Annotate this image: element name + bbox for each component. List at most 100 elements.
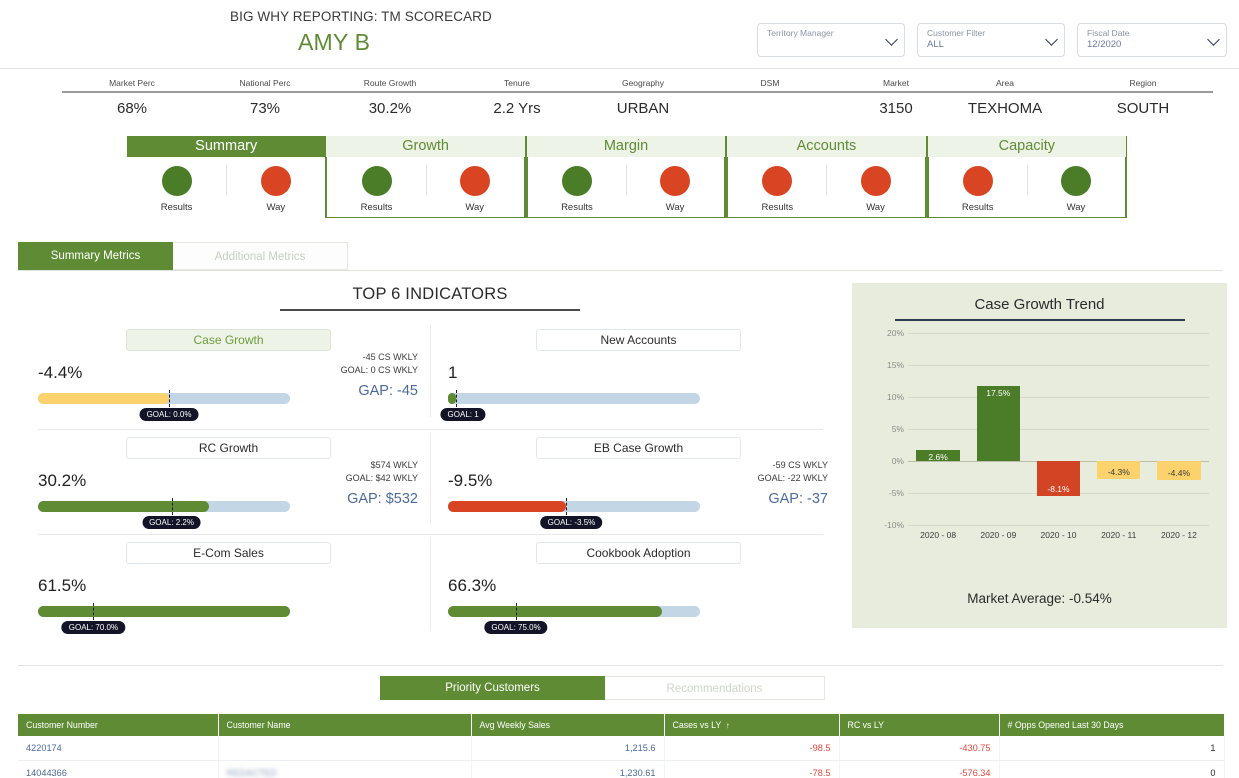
chart-market-average: Market Average: -0.54% (852, 591, 1227, 606)
category-tab-growth[interactable]: Growth Results Way (325, 136, 525, 218)
chart-bar-group[interactable]: -4.3% 2020 - 11 (1089, 333, 1149, 525)
chart-bar-label: -4.3% (1097, 467, 1140, 477)
indicator-eb-case-growth-note: -59 CS WKLY GOAL: -22 WKLY (758, 459, 828, 485)
note-line-1: -59 CS WKLY (758, 459, 828, 472)
indicator-ecom-sales[interactable]: E-Com Sales 61.5% GOAL: 70.0% (20, 534, 430, 639)
capacity-results-cell[interactable]: Results (929, 157, 1027, 217)
goal-marker-icon (172, 498, 173, 515)
note-line-1: $574 WKLY (346, 459, 418, 472)
indicator-new-accounts[interactable]: New Accounts 1 GOAL: 1 (430, 321, 840, 429)
status-dot-red-icon (261, 166, 291, 196)
tab-additional-metrics[interactable]: Additional Metrics (173, 242, 348, 270)
indicator-case-growth[interactable]: Case Growth -4.4% GOAL: 0.0% -45 CS WKLY… (20, 321, 430, 429)
column-header-customer-name[interactable]: Customer Name (218, 714, 471, 736)
chart-bar-group[interactable]: -4.4% 2020 - 12 (1149, 333, 1209, 525)
chart-bar-group[interactable]: 2.6% 2020 - 08 (908, 333, 968, 525)
indicator-rc-growth-note: $574 WKLY GOAL: $42 WKLY (346, 459, 418, 485)
indicator-case-growth-bar: GOAL: 0.0% (38, 393, 290, 404)
chart-bar-label: 2.6% (916, 452, 959, 462)
chart-bar[interactable]: -4.4% (1157, 461, 1200, 480)
note-line-1: -45 CS WKLY (341, 351, 418, 364)
report-title: BIG WHY REPORTING: TM SCORECARD (230, 9, 492, 24)
indicator-new-accounts-label[interactable]: New Accounts (536, 329, 741, 351)
status-label: Results (528, 196, 626, 213)
category-tab-strip: Summary Results Way Growth Results (127, 136, 1127, 218)
category-tab-accounts[interactable]: Accounts Results Way (726, 136, 926, 218)
indicator-rc-growth-value: 30.2% (38, 471, 86, 491)
cell-customer-name: REDACTED (218, 761, 471, 778)
indicator-case-growth-label[interactable]: Case Growth (126, 329, 331, 351)
indicator-cookbook-adoption[interactable]: Cookbook Adoption 66.3% GOAL: 75.0% (430, 534, 840, 639)
column-header-avg-weekly-sales[interactable]: Avg Weekly Sales (471, 714, 664, 736)
indicator-eb-case-growth[interactable]: EB Case Growth -9.5% GOAL: -3.5% -59 CS … (430, 429, 840, 534)
chart-bar[interactable]: 2.6% (916, 450, 959, 461)
category-tab-margin-label: Margin (527, 136, 725, 157)
bar-fill (448, 393, 456, 404)
filter-territory-manager[interactable]: Territory Manager (757, 23, 905, 57)
indicator-ecom-sales-label[interactable]: E-Com Sales (126, 542, 331, 564)
indicator-rc-growth-label[interactable]: RC Growth (126, 437, 331, 459)
indicator-cookbook-adoption-label[interactable]: Cookbook Adoption (536, 542, 741, 564)
chart-bar-group[interactable]: -8.1% 2020 - 10 (1028, 333, 1088, 525)
table-row[interactable]: 4220174 1,215.6 -98.5 -430.75 1 (18, 736, 1224, 761)
chart-y-axis: 20% 15% 10% 5% 0% -5% -10% 2.6% 2020 - 0… (908, 333, 1209, 525)
chart-title-underline (895, 319, 1185, 321)
chart-ytick: -5% (889, 488, 904, 498)
category-growth-status: Results Way (326, 157, 524, 218)
chart-bar-group[interactable]: 17.5% 2020 - 09 (968, 333, 1028, 525)
category-tab-capacity[interactable]: Capacity Results Way (927, 136, 1127, 218)
cell-cases-vs-ly: -98.5 (664, 736, 839, 761)
margin-results-cell[interactable]: Results (528, 157, 626, 217)
growth-results-cell[interactable]: Results (327, 157, 425, 217)
column-header-cases-vs-ly[interactable]: Cases vs LY ↑ (664, 714, 839, 736)
summary-results-cell[interactable]: Results (127, 157, 226, 218)
chevron-down-icon (1207, 33, 1220, 46)
column-header-opps-opened[interactable]: # Opps Opened Last 30 Days (999, 714, 1224, 736)
header-divider (0, 68, 1239, 69)
indicator-new-accounts-value: 1 (448, 363, 457, 383)
summary-way-cell[interactable]: Way (226, 157, 325, 218)
capacity-way-cell[interactable]: Way (1027, 157, 1125, 217)
indicator-new-accounts-goal: GOAL: 1 (441, 408, 486, 421)
category-tab-margin[interactable]: Margin Results Way (526, 136, 726, 218)
kpi-value: 2.2 Yrs (447, 93, 587, 117)
tab-recommendations[interactable]: Recommendations (605, 676, 825, 700)
filter-customer-filter-value: ALL (927, 39, 1042, 51)
cell-customer-number[interactable]: 4220174 (18, 736, 218, 761)
cell-cases-vs-ly: -78.5 (664, 761, 839, 778)
bar-fill (448, 606, 662, 617)
bottom-tab-strip: Priority Customers Recommendations (380, 676, 825, 700)
chart-bar[interactable]: 17.5% (977, 386, 1020, 461)
accounts-results-cell[interactable]: Results (728, 157, 826, 217)
tab-priority-customers[interactable]: Priority Customers (380, 676, 605, 700)
goal-marker-icon (516, 603, 517, 620)
table-row[interactable]: 14044366 REDACTED 1,230.61 -78.5 -576.34… (18, 761, 1224, 778)
kpi-label: Area (935, 78, 1075, 91)
chart-bar[interactable]: -8.1% (1037, 461, 1080, 496)
top-indicators-panel: TOP 6 INDICATORS Case Growth -4.4% GOAL:… (20, 285, 840, 635)
filter-fiscal-date[interactable]: Fiscal Date 12/2020 (1077, 23, 1227, 57)
margin-way-cell[interactable]: Way (626, 157, 724, 217)
column-header-customer-number[interactable]: Customer Number (18, 714, 218, 736)
indicator-eb-case-growth-value: -9.5% (448, 471, 492, 491)
kpi-label: Market Perc (62, 78, 202, 91)
goal-marker-icon (169, 390, 170, 407)
status-dot-red-icon (660, 166, 690, 196)
accounts-way-cell[interactable]: Way (826, 157, 924, 217)
indicator-eb-case-growth-gap: GAP: -37 (768, 491, 828, 507)
indicator-eb-case-growth-label[interactable]: EB Case Growth (536, 437, 741, 459)
cell-customer-number[interactable]: 14044366 (18, 761, 218, 778)
indicator-rc-growth[interactable]: RC Growth 30.2% GOAL: 2.2% $574 WKLY GOA… (20, 429, 430, 534)
filter-customer-filter[interactable]: Customer Filter ALL (917, 23, 1065, 57)
kpi-tenure: Tenure 2.2 Yrs (447, 78, 587, 117)
category-tab-summary[interactable]: Summary Results Way (127, 136, 325, 218)
tab-summary-metrics[interactable]: Summary Metrics (18, 242, 173, 270)
growth-way-cell[interactable]: Way (426, 157, 524, 217)
kpi-market-perc: Market Perc 68% (62, 78, 202, 117)
kpi-area: Area TEXHOMA (935, 78, 1075, 117)
indicator-row: RC Growth 30.2% GOAL: 2.2% $574 WKLY GOA… (20, 429, 840, 534)
status-dot-red-icon (861, 166, 891, 196)
kpi-value: 30.2% (320, 93, 460, 117)
chart-bar[interactable]: -4.3% (1097, 461, 1140, 479)
column-header-rc-vs-ly[interactable]: RC vs LY (839, 714, 999, 736)
